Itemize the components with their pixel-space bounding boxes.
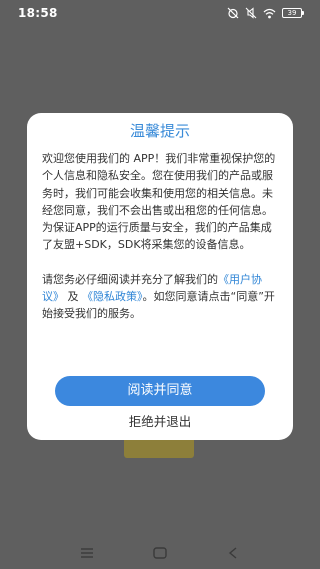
dialog-paragraph-agreement: 请您务必仔细阅读并充分了解我们的《用户协议》 及 《隐私政策》。如您同意请点击“…	[42, 271, 280, 323]
menu-icon[interactable]	[80, 544, 94, 563]
status-icons: 39	[227, 7, 304, 19]
battery-icon: 39	[282, 8, 304, 18]
dialog-title: 温馨提示	[129, 122, 190, 140]
dialog-paragraph-intro: 欢迎您使用我们的 APP！我们非常重视保护您的个人信息和隐私安全。您在使用我们的…	[42, 152, 276, 252]
and-text: 及	[67, 290, 79, 304]
status-time: 18:58	[18, 6, 58, 20]
status-bar: 18:58 39	[0, 0, 320, 26]
alarm-off-icon	[227, 7, 239, 19]
agree-button[interactable]: 阅读并同意	[55, 376, 265, 406]
dialog-body[interactable]: 欢迎您使用我们的 APP！我们非常重视保护您的个人信息和隐私安全。您在使用我们的…	[42, 150, 280, 355]
back-icon[interactable]	[228, 544, 238, 563]
privacy-policy-link[interactable]: 《隐私政策》	[82, 290, 143, 303]
agreement-prefix-text: 请您务必仔细阅读并充分了解我们的	[42, 272, 218, 286]
wifi-icon	[263, 8, 276, 19]
navigation-bar	[0, 536, 320, 569]
home-icon[interactable]	[153, 544, 167, 563]
decline-button[interactable]: 拒绝并退出	[27, 414, 293, 430]
mute-icon	[245, 7, 257, 19]
privacy-dialog: 温馨提示 欢迎您使用我们的 APP！我们非常重视保护您的个人信息和隐私安全。您在…	[27, 113, 293, 440]
